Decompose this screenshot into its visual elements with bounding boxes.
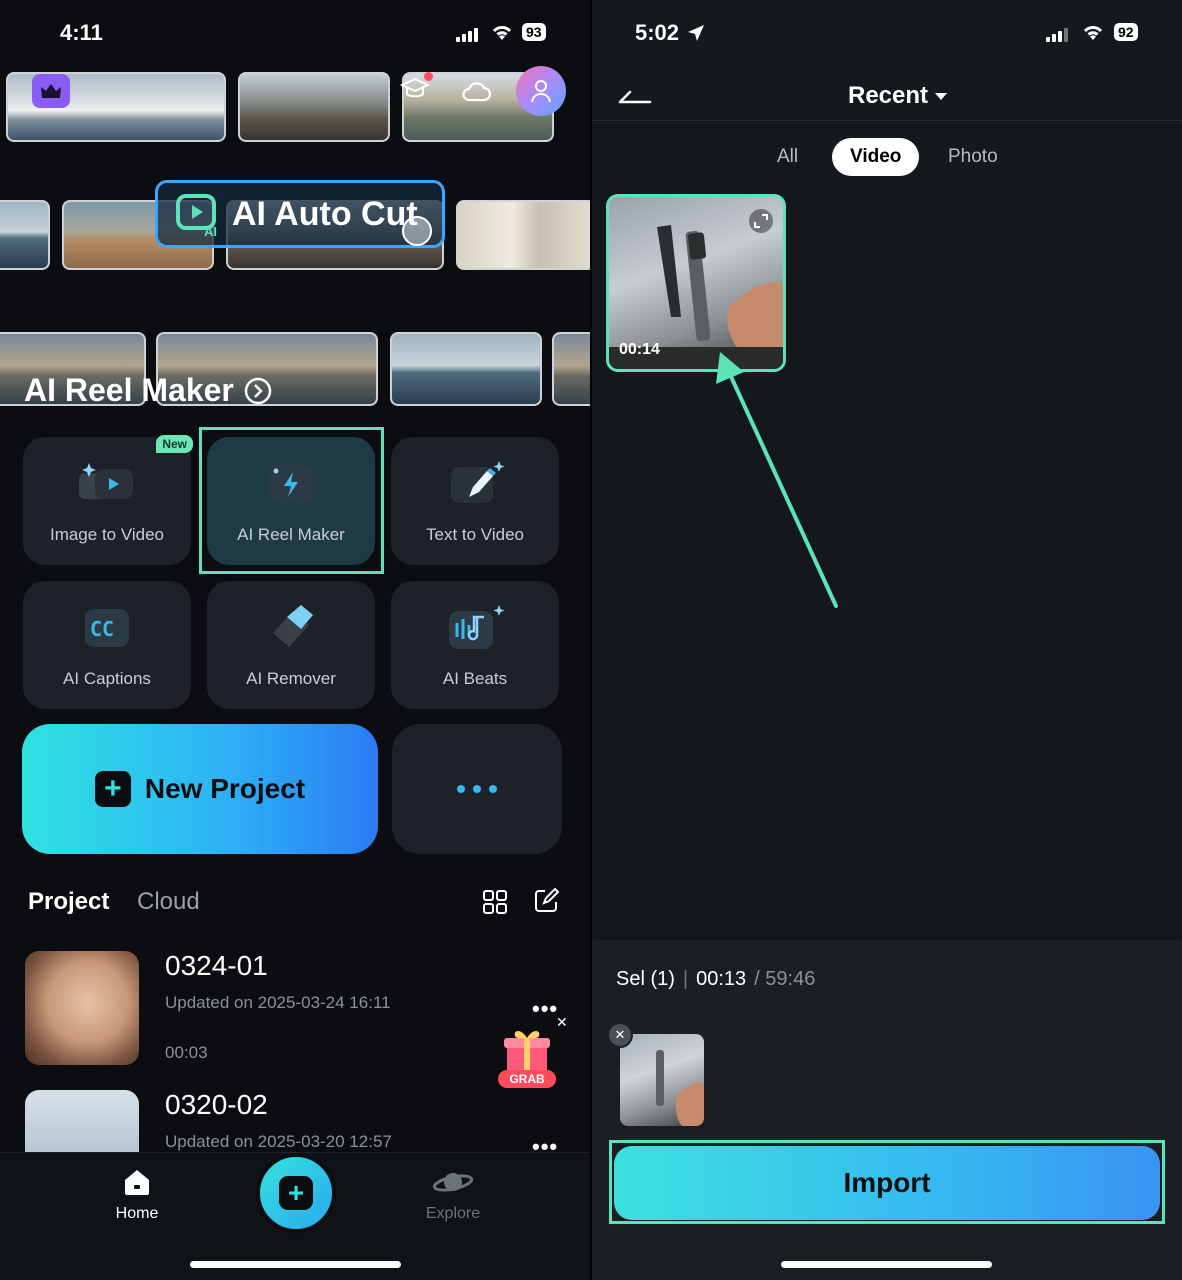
battery-indicator: 93	[522, 23, 546, 41]
selection-sheet: Sel (1) | 00:13 / 59:46 ✕	[592, 940, 1182, 1280]
captions-icon: CC	[85, 609, 129, 647]
total-duration: / 59:46	[754, 968, 816, 990]
left-screen: 4:11 93 AI AI Auto Cut AI Reel Maker New	[0, 0, 590, 1280]
tool-ai-remover[interactable]: AI Remover	[207, 581, 375, 709]
cursor-circle	[402, 216, 432, 246]
wifi-icon	[490, 22, 514, 47]
tool-label: AI Beats	[442, 669, 508, 688]
project-thumbnail[interactable]	[25, 951, 139, 1065]
crown-icon[interactable]	[32, 74, 70, 108]
remove-selection-icon[interactable]: ✕	[607, 1022, 633, 1048]
selection-summary: Sel (1) | 00:13 / 59:46	[616, 968, 815, 991]
home-indicator	[781, 1261, 992, 1268]
tool-label: AI Captions	[63, 669, 151, 688]
grab-label: GRAB	[498, 1070, 556, 1088]
ai-auto-cut-icon: AI	[176, 194, 217, 238]
tool-label: Text to Video	[426, 525, 524, 544]
cloud-icon[interactable]	[460, 80, 492, 109]
project-updated: Updated on 2025-03-24 16:11	[165, 993, 391, 1012]
highlight-box	[199, 427, 384, 574]
new-project-label: New Project	[144, 773, 306, 804]
tool-text-to-video[interactable]: Text to Video	[391, 437, 559, 565]
tool-label: Image to Video	[49, 525, 165, 544]
battery-indicator: 92	[1114, 23, 1138, 41]
expand-icon[interactable]	[749, 209, 773, 233]
planet-icon	[432, 1173, 474, 1192]
close-promo-icon[interactable]: ✕	[556, 1014, 568, 1031]
notification-dot	[424, 72, 433, 81]
filter-photo[interactable]: Photo	[948, 146, 998, 168]
new-project-button[interactable]: + New Project	[22, 724, 378, 854]
tool-ai-captions[interactable]: CC AI Captions	[23, 581, 191, 709]
eraser-icon	[273, 605, 313, 647]
highlight-box	[609, 1140, 1165, 1224]
plus-icon: +	[94, 771, 131, 807]
filter-video[interactable]: Video	[832, 138, 920, 176]
status-time: 4:11	[60, 20, 103, 45]
banner-thumbnail	[456, 200, 590, 270]
edit-icon[interactable]	[533, 887, 560, 919]
status-time: 5:02	[635, 20, 680, 45]
tab-cloud[interactable]: Cloud	[137, 888, 200, 916]
tool-ai-beats[interactable]: AI Beats	[391, 581, 559, 709]
music-beats-icon	[449, 605, 505, 649]
plus-icon: +	[279, 1176, 313, 1210]
image-to-video-icon	[79, 463, 133, 499]
selected-media-thumbnail[interactable]	[620, 1034, 704, 1126]
selected-preview-image	[656, 1050, 704, 1126]
signal-icon	[456, 28, 478, 42]
filter-all[interactable]: All	[777, 146, 798, 168]
tool-image-to-video[interactable]: New Image to Video	[23, 435, 193, 565]
reel-maker-title: AI Reel Maker	[24, 372, 234, 408]
svg-text:CC: CC	[90, 617, 114, 641]
gift-promo[interactable]: GRAB	[498, 1028, 556, 1088]
selected-duration: 00:13	[696, 968, 747, 990]
svg-text:AI: AI	[204, 224, 217, 238]
home-indicator	[190, 1261, 401, 1268]
banner-thumbnail	[0, 200, 50, 270]
album-dropdown[interactable]: Recent	[848, 82, 948, 110]
selection-count: Sel (1)	[616, 968, 675, 990]
home-icon	[125, 1170, 149, 1195]
project-title[interactable]: 0324-01	[165, 950, 268, 982]
banner-thumbnail	[390, 332, 542, 406]
project-updated: Updated on 2025-03-20 12:57	[165, 1132, 392, 1151]
caret-down-icon	[935, 93, 948, 100]
location-arrow-icon	[688, 25, 705, 41]
annotation-arrow	[716, 352, 838, 608]
selection-separator: |	[682, 968, 689, 990]
grid-view-icon[interactable]	[482, 889, 508, 920]
home-tab-label[interactable]: Home	[97, 1205, 177, 1223]
project-title[interactable]: 0320-02	[165, 1089, 268, 1121]
status-time-group: 5:02	[635, 20, 705, 46]
avatar[interactable]	[516, 66, 566, 116]
ai-auto-cut-banner[interactable]: AI AI Auto Cut	[155, 180, 445, 248]
center-create-button[interactable]: +	[256, 1153, 336, 1233]
banner-thumbnail	[552, 332, 590, 406]
text-to-video-icon	[451, 461, 505, 503]
explore-tab-label[interactable]: Explore	[413, 1205, 493, 1223]
project-duration: 00:03	[165, 1043, 208, 1062]
ai-auto-cut-label: AI Auto Cut	[232, 194, 418, 233]
graduation-cap-icon[interactable]	[399, 76, 431, 107]
new-badge: New	[156, 435, 193, 453]
tab-project[interactable]: Project	[28, 888, 109, 916]
video-duration: 00:14	[619, 341, 660, 358]
signal-icon	[1046, 28, 1068, 42]
explore-tab[interactable]	[432, 1167, 474, 1202]
album-title: Recent	[848, 82, 929, 109]
ai-reel-maker-link[interactable]: AI Reel Maker	[24, 372, 272, 409]
tool-label: AI Remover	[246, 669, 336, 688]
header-divider	[592, 120, 1182, 121]
wifi-icon	[1081, 22, 1105, 47]
banner-thumbnail	[238, 72, 390, 142]
more-tools-button[interactable]	[392, 724, 562, 854]
gift-icon	[504, 1031, 550, 1074]
home-tab[interactable]	[117, 1167, 157, 1202]
project-more-icon[interactable]: •••	[532, 996, 558, 1022]
back-icon[interactable]	[618, 84, 652, 111]
chevron-right-circle-icon	[244, 377, 272, 404]
